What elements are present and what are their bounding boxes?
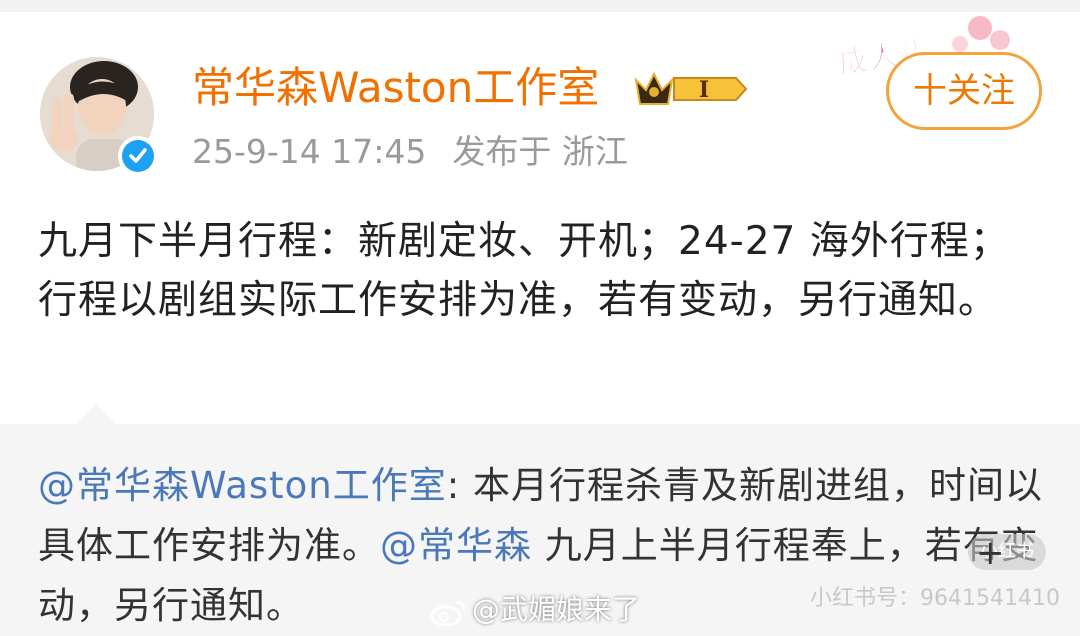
weibo-watermark: @武媚娘来了 [430,590,640,630]
repost-person-mention[interactable]: @常华森 [380,524,532,567]
post-text: 九月下半月行程：新剧定妆、开机；24-27 海外行程；行程以剧组实际工作安排为准… [38,219,1010,323]
xiaohongshu-id: 小红书号：9641541410 [810,586,1060,611]
verified-check-icon [118,136,158,176]
weibo-post-card: 常华森Waston工作室 I 25-9-14 17:45 发布于 浙江 成人礼 十… [0,0,1080,636]
username[interactable]: 常华森Waston工作室 [192,60,599,116]
follow-button[interactable]: 十关注 [886,52,1042,130]
repost-pointer [76,404,116,424]
timestamp: 25-9-14 17:45 [192,132,427,171]
plus-icon: + [976,533,1005,573]
location-label: 发布于 浙江 [452,132,628,171]
weibo-logo-icon [430,597,468,627]
vip-level-label: I [699,77,709,103]
repost-author-mention[interactable]: @常华森Waston工作室 [38,464,447,507]
post-meta: 25-9-14 17:45 发布于 浙江 [192,130,628,174]
crown-badge-icon[interactable]: I [632,68,748,110]
weibo-watermark-text: @武媚娘来了 [472,593,641,626]
top-divider [0,0,1080,12]
